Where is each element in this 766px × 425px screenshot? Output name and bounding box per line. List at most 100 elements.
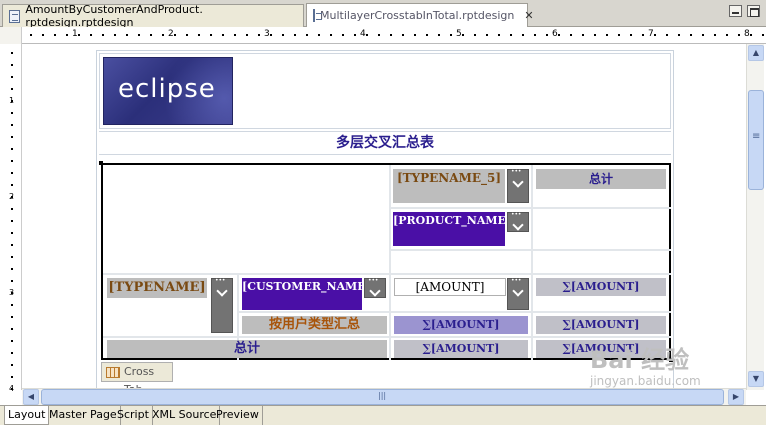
ruler-tick (510, 34, 512, 36)
ruler-tick (618, 34, 620, 36)
ruler-tick (11, 268, 13, 270)
dropdown-chevron-icon[interactable] (507, 277, 529, 310)
scroll-up-arrow-icon[interactable]: ▲ (748, 45, 764, 61)
ruler-tick (258, 34, 260, 36)
ruler-tick (30, 34, 32, 36)
close-icon[interactable]: ✕ (524, 9, 533, 22)
ruler-tick (486, 34, 488, 36)
ruler-tick (378, 34, 380, 36)
horizontal-scrollbar[interactable]: ◀ ▶ (22, 388, 746, 405)
col-total-label[interactable]: 总计 (536, 169, 666, 189)
baidu-watermark: Bai 经验 jingyan.baidu.com (588, 338, 718, 390)
ruler-tick (306, 34, 308, 36)
ruler-tick (582, 34, 584, 36)
dropdown-chevron-icon[interactable] (507, 168, 529, 203)
ruler-number: 6 (552, 29, 558, 39)
vertical-ruler: 1 2 3 4 (0, 44, 22, 393)
ruler-tick (150, 34, 152, 36)
ruler-tick (246, 34, 248, 36)
ruler-tick (282, 34, 284, 36)
ruler-tick (11, 364, 13, 366)
col-dimension-typename5[interactable]: [TYPENAME_5] (393, 169, 505, 203)
tab-master-page[interactable]: Master Page (46, 406, 121, 425)
ruler-tick (11, 316, 13, 318)
scroll-left-arrow-icon[interactable]: ◀ (23, 389, 39, 405)
ruler-number: 4 (360, 29, 366, 39)
scroll-right-arrow-icon[interactable]: ▶ (728, 389, 744, 405)
tab-script[interactable]: Script (114, 406, 153, 425)
ruler-tick (11, 232, 13, 234)
ruler-tick (762, 34, 764, 36)
ruler-tick (294, 34, 296, 36)
horizontal-scroll-thumb[interactable] (41, 389, 724, 405)
ruler-tick (402, 34, 404, 36)
ruler-tick (606, 34, 608, 36)
vertical-scroll-thumb[interactable] (748, 90, 764, 190)
crosstab-icon (106, 367, 120, 378)
scroll-down-arrow-icon[interactable]: ▼ (748, 371, 764, 387)
tab-preview[interactable]: Preview (213, 406, 263, 425)
ruler-tick (11, 388, 13, 390)
ruler-tick (174, 34, 176, 36)
ruler-tick (270, 34, 272, 36)
crosstab[interactable]: [TYPENAME_5] 总计 [PRODUCT_NAME] [TYPENAME… (99, 161, 673, 362)
ruler-tick (534, 34, 536, 36)
dropdown-chevron-icon[interactable] (507, 211, 529, 232)
subtotal-total-amount[interactable]: ∑[AMOUNT] (536, 316, 666, 334)
ruler-tick (11, 352, 13, 354)
tab-xml-source[interactable]: XML Source (149, 406, 221, 425)
ruler-tick (702, 34, 704, 36)
ruler-tick (390, 34, 392, 36)
crosstab-grid-line (531, 165, 533, 360)
ruler-tick (222, 34, 224, 36)
subtotal-by-user-type-label[interactable]: 按用户类型汇总 (242, 316, 387, 334)
ruler-tick (234, 34, 236, 36)
crosstab-grid-line (391, 207, 671, 209)
row-dimension-customer-name[interactable]: [CUSTOMER_NAME] (242, 278, 371, 310)
subtotal-amount[interactable]: ∑[AMOUNT] (394, 316, 528, 334)
ruler-tick (11, 64, 13, 66)
row-total-amount[interactable]: ∑[AMOUNT] (536, 278, 666, 296)
ruler-tick (678, 34, 680, 36)
ruler-tick (66, 34, 68, 36)
vertical-scrollbar[interactable]: ▲ ▼ (746, 44, 764, 390)
ruler-number: 5 (456, 29, 462, 39)
ruler-tick (330, 34, 332, 36)
editor-tab-bar: AmountByCustomerAndProduct. rptdesign.rp… (0, 0, 766, 29)
grand-total-amount[interactable]: ∑[AMOUNT] (394, 340, 528, 358)
ruler-tick (90, 34, 92, 36)
ruler-tick (450, 34, 452, 36)
crosstab-handle-tab[interactable]: Cross Tab (101, 362, 173, 390)
ruler-tick (11, 256, 13, 258)
logo-row[interactable]: eclipse (99, 53, 671, 129)
ruler-tick (570, 34, 572, 36)
dropdown-chevron-icon[interactable] (364, 277, 386, 298)
crosstab-grid-line (103, 273, 671, 275)
editor-tab-multilayer-crosstab[interactable]: MultilayerCrosstabInTotal.rptdesign ✕ (306, 3, 534, 27)
col-dimension-product-name[interactable]: [PRODUCT_NAME] (393, 212, 511, 246)
ruler-tick (138, 34, 140, 36)
horizontal-ruler: 1 2 3 4 5 6 7 8 (0, 27, 766, 44)
ruler-tick (42, 34, 44, 36)
ruler-tick (11, 184, 13, 186)
ruler-tick (546, 34, 548, 36)
maximize-button[interactable] (747, 5, 760, 17)
measure-amount[interactable]: [AMOUNT] (394, 278, 506, 296)
crosstab-grid-line (103, 336, 671, 338)
ruler-tick (162, 34, 164, 36)
ruler-tick (11, 88, 13, 90)
editor-tab-amount-by-customer[interactable]: AmountByCustomerAndProduct. rptdesign.rp… (2, 3, 304, 29)
report-title[interactable]: 多层交叉汇总表 (99, 131, 671, 155)
tab-layout[interactable]: Layout (4, 406, 50, 425)
grand-total-label[interactable]: 总计 (107, 340, 387, 358)
minimize-button[interactable] (729, 5, 742, 17)
ruler-tick (11, 328, 13, 330)
dropdown-chevron-icon[interactable] (211, 277, 233, 333)
eclipse-logo-image[interactable]: eclipse (103, 57, 233, 125)
ruler-tick (11, 148, 13, 150)
ruler-tick (354, 34, 356, 36)
row-dimension-typename[interactable]: [TYPENAME] (107, 278, 207, 298)
ruler-tick (11, 100, 13, 102)
ruler-tick (462, 34, 464, 36)
ruler-tick (198, 34, 200, 36)
